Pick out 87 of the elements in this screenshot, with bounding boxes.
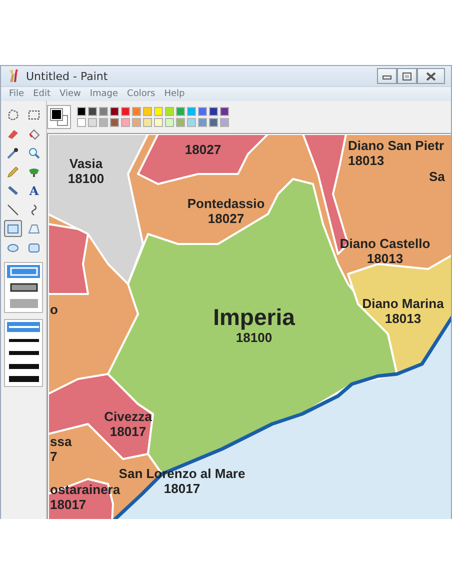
color-swatch[interactable] <box>220 107 229 116</box>
menu-item[interactable]: Edit <box>33 89 50 99</box>
color-swatch[interactable] <box>143 107 152 116</box>
map-label: 18013 <box>366 251 404 266</box>
color-swatch[interactable] <box>77 107 86 116</box>
rectangle-icon <box>7 222 19 234</box>
maximize-icon <box>402 72 412 80</box>
place-name: ssa <box>50 434 72 449</box>
color-swatch[interactable] <box>121 118 130 127</box>
place-name: Civezza <box>104 409 152 424</box>
close-icon <box>426 72 436 80</box>
pencil-icon <box>7 166 19 178</box>
line-width-option[interactable] <box>7 374 40 384</box>
color-swatch[interactable] <box>209 107 218 116</box>
map-label: 18017 <box>164 481 200 496</box>
color-swatch[interactable] <box>88 107 97 116</box>
color-swatch[interactable] <box>132 118 141 127</box>
color-swatch[interactable] <box>165 118 174 127</box>
line-width-icon <box>8 364 38 368</box>
line-icon <box>7 204 19 216</box>
minimize-button[interactable] <box>377 68 397 84</box>
menu-item[interactable]: Image <box>90 89 118 99</box>
color-swatch[interactable] <box>176 107 185 116</box>
magnifier-icon <box>28 146 40 158</box>
selection-icon <box>28 108 40 120</box>
color-swatch[interactable] <box>99 118 108 127</box>
color-swatch[interactable] <box>154 107 163 116</box>
filled-rectangle-icon <box>10 283 38 292</box>
map-label: 18027 <box>208 211 244 226</box>
polygon-icon <box>28 222 40 234</box>
color-swatch[interactable] <box>187 118 196 127</box>
color-swatch[interactable] <box>209 118 218 127</box>
map-label: 18017 <box>50 497 86 512</box>
window-title: Untitled - Paint <box>26 70 108 82</box>
color-swatch[interactable] <box>165 107 174 116</box>
map-label: 18027 <box>184 142 222 157</box>
menu-item[interactable]: View <box>60 89 81 99</box>
color-swatch[interactable] <box>110 118 119 127</box>
line-width-icon <box>8 326 38 328</box>
map-label: Sa <box>429 169 445 184</box>
color-swatch[interactable] <box>154 118 163 127</box>
line-width-icon <box>8 376 38 382</box>
color-swatch[interactable] <box>220 118 229 127</box>
menu-item[interactable]: File <box>9 89 24 99</box>
place-name: Imperia <box>213 304 295 330</box>
color-swatch[interactable] <box>132 107 141 116</box>
free-select-icon <box>7 108 19 120</box>
color-swatch[interactable] <box>198 107 207 116</box>
map-label: 18017 <box>110 424 146 439</box>
map-label: o <box>50 302 58 317</box>
color-swatch[interactable] <box>99 107 108 116</box>
tool-button[interactable]: A <box>25 182 43 199</box>
ellipse-icon <box>7 242 19 254</box>
line-width-icon <box>8 338 38 342</box>
close-button[interactable] <box>417 68 445 84</box>
color-swatch[interactable] <box>187 107 196 116</box>
color-swatch[interactable] <box>121 107 130 116</box>
place-name: Diano San Pietr <box>348 138 444 153</box>
color-swatch[interactable] <box>77 118 86 127</box>
place-name: Vasia <box>69 156 103 171</box>
line-width-icon <box>8 351 38 355</box>
menu-item[interactable]: Colors <box>127 89 156 99</box>
color-swatch[interactable] <box>143 118 152 127</box>
place-name: Pontedassio <box>187 196 265 211</box>
color-swatch[interactable] <box>88 118 97 127</box>
map-label: 18100 <box>68 171 104 186</box>
eraser-icon <box>7 128 19 140</box>
brush-icon <box>28 166 40 178</box>
map-label: 18100 <box>236 330 272 345</box>
map-label: 18013 <box>384 311 422 326</box>
color-swatch[interactable] <box>198 118 207 127</box>
color-swatch[interactable] <box>110 107 119 116</box>
foreground-color-swatch <box>51 109 62 120</box>
map-label: 7 <box>50 449 58 464</box>
line-width-option[interactable] <box>7 361 40 371</box>
rounded-rectangle-icon <box>28 242 40 254</box>
line-width-option[interactable] <box>7 348 40 358</box>
color-swatch[interactable] <box>176 118 185 127</box>
current-colors[interactable] <box>47 105 71 129</box>
maximize-button[interactable] <box>397 68 417 84</box>
place-name: Diano Marina <box>362 296 444 311</box>
map-label: 18013 <box>348 153 384 168</box>
eyedropper-icon <box>7 146 19 158</box>
paint-brushes-icon <box>7 69 21 83</box>
outlined-rectangle-icon <box>10 267 38 276</box>
menu-item[interactable]: Help <box>164 89 185 99</box>
filled-rectangle-icon <box>10 299 38 308</box>
